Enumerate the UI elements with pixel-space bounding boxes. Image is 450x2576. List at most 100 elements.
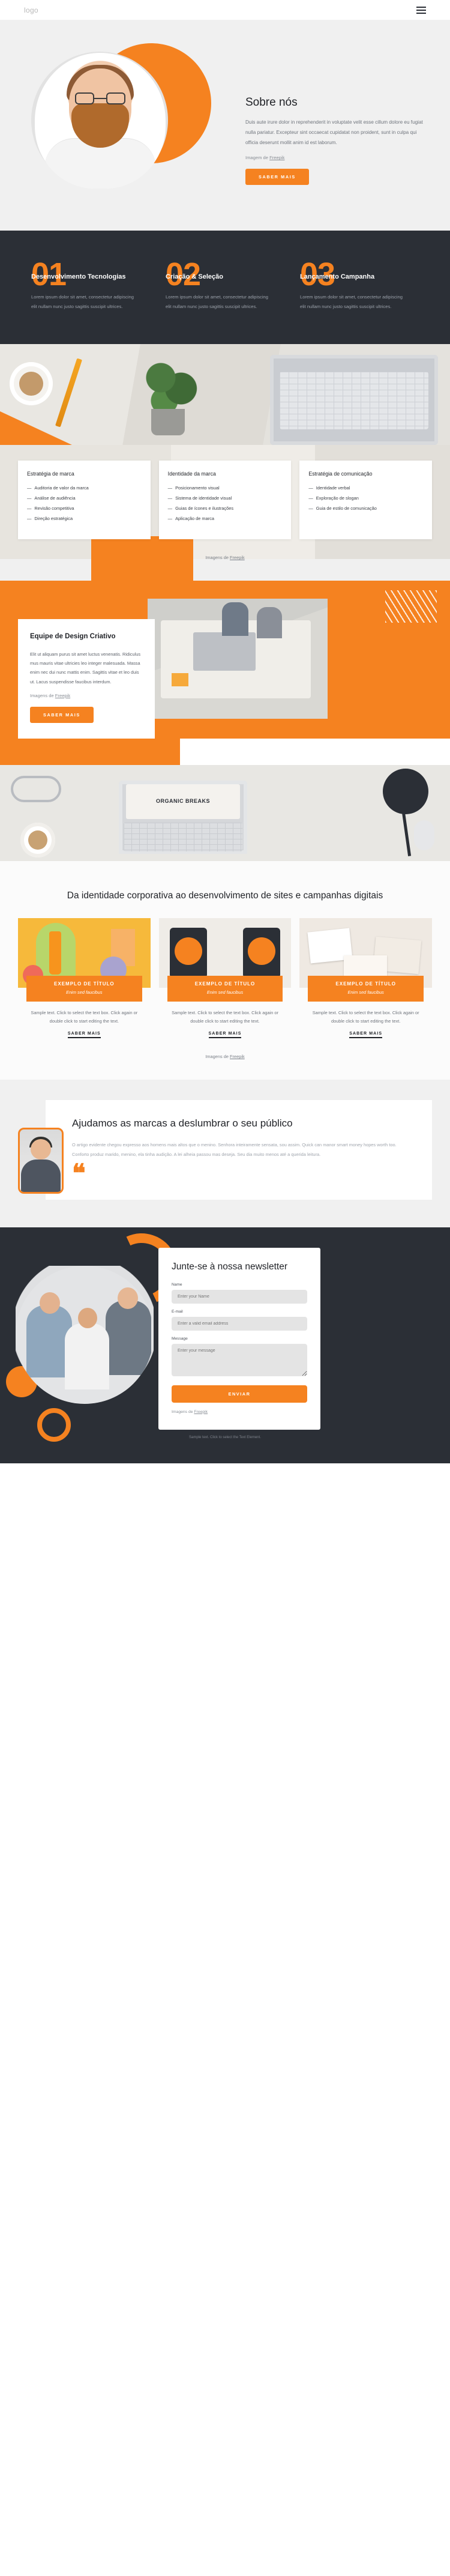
gallery-label-sub: Enim sed faucibus	[347, 990, 384, 996]
strategy-card: Estratégia de comunicação — Identidade ve…	[299, 461, 433, 540]
credit-prefix: Imagens de	[172, 1409, 194, 1414]
step-item: 03 Lançamento Campanha Lorem ipsum dolor…	[300, 258, 419, 312]
steps-section: 01 Desenvolvimento Tecnologias Lorem ips…	[0, 231, 450, 345]
card-list-item: — Identidade verbal	[308, 485, 350, 491]
freepik-link[interactable]: Freepik	[55, 693, 70, 698]
freepik-link[interactable]: Freepik	[194, 1410, 208, 1414]
card-list-label: Posicionamento visual	[175, 485, 220, 491]
team-meeting-photo	[148, 599, 328, 719]
email-label: E-mail	[172, 1309, 183, 1314]
gallery-label-sub: Enim sed faucibus	[66, 990, 103, 996]
person-figure	[222, 602, 248, 636]
card-list-item: — Posicionamento visual	[167, 485, 220, 491]
message-textarea[interactable]	[172, 1343, 307, 1376]
team-card: Equipe de Design Criativo Elit ut aliqua…	[18, 619, 155, 739]
card-list-item: — Exploração de slogan	[308, 495, 359, 501]
step-title: Criação & Seleção	[166, 273, 223, 281]
newsletter-image-credit: Imagens de Freepik	[172, 1410, 307, 1414]
page-root: logo Sobre nós Duis aute irure dolor in …	[0, 0, 450, 1463]
email-input[interactable]	[172, 1316, 307, 1331]
card-list-label: Aplicação de marca	[175, 516, 214, 522]
freepik-link[interactable]: Freepik	[230, 555, 245, 560]
hero-saber-mais-button[interactable]: SABER MAIS	[245, 169, 309, 186]
message-label: Message	[172, 1336, 188, 1341]
newsletter-form-card: Junte-se à nossa newsletter Name E-mail …	[158, 1247, 320, 1430]
card-list-item: — Auditoria de valor da marca	[27, 485, 89, 491]
gallery-saber-mais-link[interactable]: SABER MAIS	[208, 1032, 242, 1039]
lamp-head-image	[383, 768, 428, 814]
name-input[interactable]	[172, 1289, 307, 1304]
step-description: Lorem ipsum dolor sit amet, consectetur …	[31, 294, 134, 310]
product-photo-band: ORGANIC BREAKS	[0, 764, 450, 861]
sticky-note	[172, 673, 188, 687]
quote-section: Ajudamos as marcas a deslumbrar o seu pú…	[0, 1080, 450, 1227]
hamburger-menu-icon[interactable]	[416, 6, 426, 14]
step-title: Desenvolvimento Tecnologias	[31, 273, 126, 281]
desk-photo-band	[0, 344, 450, 446]
quote-paragraph: O artigo evidente chegou expresso aos ho…	[72, 1142, 397, 1157]
enviar-submit-button[interactable]: ENVIAR	[172, 1385, 307, 1403]
card-list-label: Análise de audiência	[34, 495, 76, 501]
gallery-saber-mais-link[interactable]: SABER MAIS	[349, 1032, 383, 1039]
hero-paragraph: Duis aute irure dolor in reprehenderit i…	[245, 119, 423, 145]
card-list-label: Identidade verbal	[316, 485, 350, 491]
strategy-image-credit: Imagens de Freepik	[0, 555, 450, 560]
gallery-item: EXEMPLO DE TÍTULO Enim sed faucibus Samp…	[18, 918, 151, 1039]
photo-circle-mask	[16, 1265, 154, 1404]
step-description: Lorem ipsum dolor sit amet, consectetur …	[300, 294, 403, 310]
gallery-label-title: EXEMPLO DE TÍTULO	[194, 981, 256, 987]
card-list-label: Sistema de identidade visual	[175, 495, 232, 501]
card-title: Estratégia de comunicação	[308, 471, 373, 477]
meeting-laptop	[193, 632, 256, 671]
coffee-cup-image	[20, 822, 55, 857]
laptop-screen-text: ORGANIC BREAKS	[126, 784, 240, 819]
step-description: Lorem ipsum dolor sit amet, consectetur …	[166, 294, 268, 310]
card-list-label: Revisão competitiva	[34, 506, 74, 512]
white-strip-decoration	[180, 738, 450, 765]
gallery-section: Da identidade corporativa ao desenvolvim…	[0, 860, 450, 1080]
page-title: Sobre nós	[245, 96, 298, 109]
gallery-body-text: Sample text. Click to select the text bo…	[312, 1010, 419, 1024]
freepik-link[interactable]: Freepik	[269, 155, 284, 160]
laptop-keyboard	[280, 372, 428, 430]
card-list-item: — Guias de ícones e ilustrações	[167, 506, 234, 512]
footer-section: Junte-se à nossa newsletter Name E-mail …	[0, 1227, 450, 1463]
plant-pot	[151, 409, 185, 436]
orange-accent-shape	[0, 411, 72, 446]
card-list-item: — Sistema de identidade visual	[167, 495, 232, 501]
coffee-cup-image	[10, 362, 53, 406]
logo[interactable]: logo	[24, 6, 38, 14]
credit-prefix: Imagens de	[30, 692, 55, 698]
gallery-image-credit: Imagens de Freepik	[0, 1054, 450, 1059]
portrait-glasses-icon	[75, 92, 125, 104]
strategy-section: Estratégia de marca — Auditoria de valor …	[0, 445, 450, 602]
quotation-mark-icon: ❝	[72, 1160, 86, 1188]
gallery-item: EXEMPLO DE TÍTULO Enim sed faucibus Samp…	[158, 918, 292, 1039]
step-item: 02 Criação & Seleção Lorem ipsum dolor s…	[166, 258, 284, 312]
credit-prefix: Imagem de	[245, 155, 270, 161]
eyeglasses-image	[11, 775, 61, 802]
gallery-saber-mais-link[interactable]: SABER MAIS	[67, 1032, 101, 1039]
gallery-label-title: EXEMPLO DE TÍTULO	[335, 981, 396, 987]
strategy-card: Identidade da marca — Posicionamento visu…	[158, 461, 292, 540]
card-title: Estratégia de marca	[27, 471, 74, 477]
gallery-label-badge: EXEMPLO DE TÍTULO Enim sed faucibus	[167, 976, 283, 1002]
newsletter-title: Junte-se à nossa newsletter	[172, 1261, 287, 1272]
hero-image	[20, 41, 233, 203]
credit-prefix: Imagens de	[205, 1054, 230, 1060]
card-list-item: — Direção estratégica	[27, 516, 73, 522]
quote-title: Ajudamos as marcas a deslumbrar o seu pú…	[72, 1117, 293, 1129]
card-list-item: — Guia de estilo de comunicação	[308, 506, 377, 512]
gallery-item: EXEMPLO DE TÍTULO Enim sed faucibus Samp…	[299, 918, 433, 1039]
card-list-item: — Revisão competitiva	[27, 506, 74, 512]
card-list-label: Auditoria de valor da marca	[34, 485, 89, 491]
team-saber-mais-button[interactable]: SABER MAIS	[30, 706, 94, 723]
gallery-label-badge: EXEMPLO DE TÍTULO Enim sed faucibus	[308, 976, 424, 1002]
gallery-label-badge: EXEMPLO DE TÍTULO Enim sed faucibus	[26, 976, 142, 1002]
gallery-label-title: EXEMPLO DE TÍTULO	[54, 981, 115, 987]
card-list-label: Exploração de slogan	[316, 495, 359, 501]
diagonal-stripes-decoration	[385, 590, 437, 623]
laptop-keyboard	[124, 822, 242, 851]
freepik-link[interactable]: Freepik	[230, 1054, 245, 1059]
team-section: Equipe de Design Criativo Elit ut aliqua…	[0, 581, 450, 765]
